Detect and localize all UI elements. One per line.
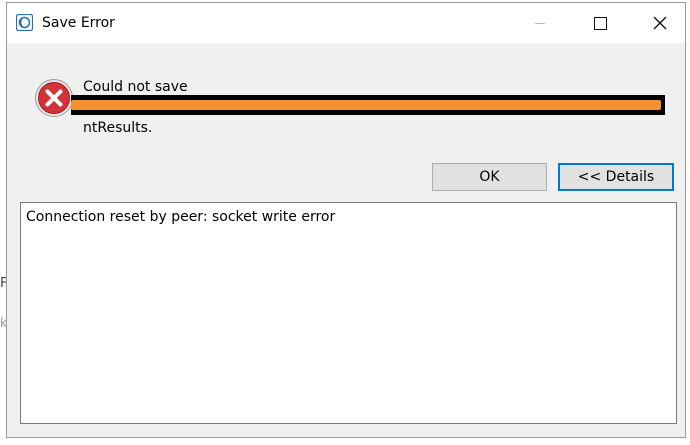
details-toggle-button[interactable]: << Details — [558, 163, 674, 191]
error-x-icon — [35, 79, 73, 117]
ok-button[interactable]: OK — [432, 163, 547, 191]
maximize-icon — [593, 16, 607, 30]
minimize-button[interactable] — [517, 3, 563, 43]
redaction-highlight — [71, 100, 661, 110]
close-icon — [653, 16, 667, 30]
error-message-line2: ntResults. — [83, 120, 153, 136]
title-bar[interactable]: Save Error — [7, 3, 685, 43]
close-button[interactable] — [637, 3, 683, 43]
dialog-title: Save Error — [42, 15, 115, 31]
error-message-line1: Could not save — [83, 79, 188, 95]
details-text-area[interactable]: Connection reset by peer: socket write e… — [20, 202, 677, 424]
details-text: Connection reset by peer: socket write e… — [26, 209, 336, 225]
maximize-button[interactable] — [577, 3, 623, 43]
save-error-dialog: Save Error Could not save ntResults. OK … — [6, 2, 686, 438]
app-logo-icon — [16, 14, 33, 31]
minimize-icon — [535, 22, 545, 24]
